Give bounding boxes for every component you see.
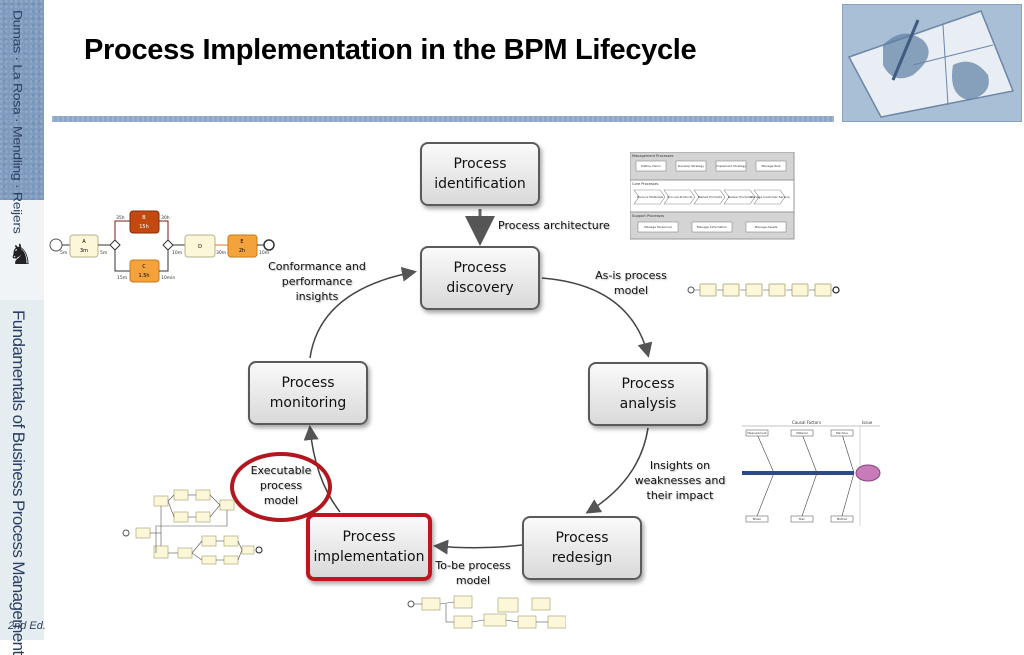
svg-text:Manage Risk: Manage Risk — [761, 164, 780, 168]
svg-text:Milieu: Milieu — [753, 517, 761, 521]
svg-text:Define Vision: Define Vision — [641, 164, 661, 168]
tobe-model-thumbnail — [407, 595, 566, 629]
phase-label: Process — [342, 529, 396, 545]
svg-text:5m: 5m — [60, 250, 67, 256]
svg-text:10min: 10min — [161, 275, 175, 281]
phase-label: Process — [453, 156, 507, 172]
svg-text:30m: 30m — [216, 250, 226, 256]
svg-text:30h: 30h — [161, 215, 170, 221]
svg-text:Manage Personnel: Manage Personnel — [644, 225, 672, 229]
executable-model-thumbnail — [122, 489, 263, 565]
svg-text:Manage Customer Service: Manage Customer Service — [750, 195, 790, 199]
phase-label: redesign — [551, 550, 613, 566]
phase-label: implementation — [313, 549, 425, 565]
phase-label: analysis — [619, 396, 677, 412]
svg-text:Machine: Machine — [836, 431, 848, 435]
phase-label: Process — [621, 376, 675, 392]
svg-text:Man: Man — [799, 517, 805, 521]
svg-text:Measurement: Measurement — [747, 431, 767, 435]
phase-identification[interactable]: Process identification — [420, 142, 540, 206]
svg-text:5m: 5m — [100, 250, 107, 256]
svg-text:Core Processes: Core Processes — [632, 182, 659, 186]
svg-text:Implement Strategy: Implement Strategy — [716, 164, 746, 168]
svg-text:A: A — [82, 239, 86, 245]
phase-monitoring[interactable]: Process monitoring — [248, 361, 368, 425]
process-architecture-thumbnail: Management Processes Core Processes Supp… — [630, 152, 795, 240]
label-asis-model: As-is process model — [595, 269, 667, 297]
phase-redesign[interactable]: Process redesign — [522, 516, 642, 580]
phase-discovery[interactable]: Process discovery — [420, 246, 540, 310]
svg-text:Manage Information: Manage Information — [697, 225, 727, 229]
arrow-redesign-implementation — [433, 539, 523, 555]
svg-text:10m: 10m — [172, 250, 182, 256]
phase-label: monitoring — [269, 395, 347, 411]
svg-text:3m: 3m — [80, 248, 88, 254]
svg-text:Develop Strategy: Develop Strategy — [678, 164, 704, 168]
label-process-architecture: Process architecture — [498, 219, 610, 232]
svg-text:Causal Factors: Causal Factors — [792, 420, 821, 425]
label-conformance-insights: Conformance and performance insights — [268, 260, 366, 303]
svg-text:35h: 35h — [116, 215, 125, 221]
phase-analysis[interactable]: Process analysis — [588, 362, 708, 426]
svg-text:15h: 15h — [139, 224, 149, 230]
svg-text:10m: 10m — [259, 250, 269, 256]
phase-label: Process — [281, 375, 335, 391]
svg-text:Market Products: Market Products — [698, 195, 723, 199]
svg-text:Procure Materials: Procure Materials — [637, 195, 663, 199]
bpmn-example-thumbnail: A 3m B 15h C 1.5h D E 2h 5m 5m 35h 30h 1… — [49, 210, 275, 283]
svg-text:Management Processes: Management Processes — [632, 154, 674, 158]
svg-text:Issue: Issue — [862, 420, 873, 425]
svg-text:C: C — [142, 264, 146, 270]
svg-text:2h: 2h — [239, 248, 245, 254]
svg-text:D: D — [198, 244, 202, 250]
svg-text:1.5h: 1.5h — [138, 273, 149, 279]
svg-text:Deliver Products: Deliver Products — [728, 195, 753, 199]
svg-text:E: E — [240, 239, 243, 245]
label-insights: Insights on weaknesses and their impact — [634, 459, 726, 502]
phase-label: Process — [555, 530, 609, 546]
fishbone-thumbnail: Causal Factors Issue Measurement Materia… — [742, 420, 881, 526]
label-tobe-model: To-be process model — [435, 559, 511, 587]
phase-label: discovery — [446, 280, 514, 296]
svg-text:B: B — [142, 215, 146, 221]
svg-text:Method: Method — [837, 517, 848, 521]
phase-label: Process — [453, 260, 507, 276]
phase-implementation[interactable]: Process implementation — [306, 513, 432, 581]
svg-text:Material: Material — [796, 431, 808, 435]
svg-text:Procure Products: Procure Products — [667, 195, 693, 199]
svg-text:Manage Assets: Manage Assets — [755, 225, 778, 229]
svg-text:Support Processes: Support Processes — [632, 214, 664, 218]
phase-label: identification — [434, 176, 526, 192]
asis-model-thumbnail — [687, 283, 840, 297]
svg-text:15m: 15m — [117, 275, 127, 281]
